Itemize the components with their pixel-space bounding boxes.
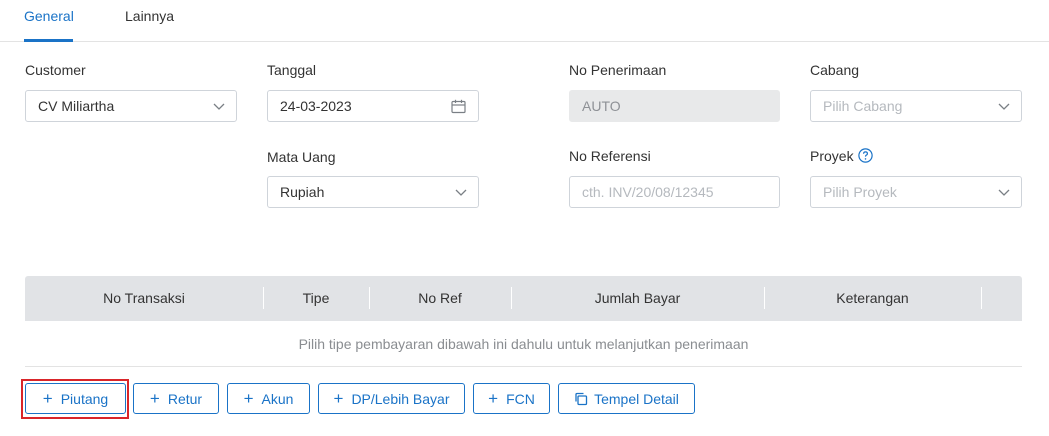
column-tipe: Tipe (302, 290, 330, 306)
tanggal-date-input[interactable]: 24-03-2023 (267, 90, 479, 122)
no-penerimaan-input: AUTO (569, 90, 780, 122)
proyek-label: Proyek (810, 148, 854, 164)
tanggal-value: 24-03-2023 (280, 98, 352, 114)
cabang-placeholder: Pilih Cabang (823, 98, 903, 114)
proyek-select[interactable]: Pilih Proyek (810, 176, 1022, 208)
plus-icon: + (488, 389, 499, 408)
plus-icon: + (42, 389, 53, 408)
cabang-label: Cabang (810, 62, 860, 78)
fcn-label: FCN (506, 390, 535, 407)
column-divider (981, 287, 982, 309)
copy-icon (575, 392, 588, 405)
tab-bar: General Lainnya (0, 0, 1049, 42)
table-header: No Transaksi Tipe No Ref Jumlah Bayar Ke… (25, 276, 1022, 321)
table-divider (25, 366, 1022, 367)
plus-icon: + (149, 389, 160, 408)
column-no-transaksi: No Transaksi (103, 290, 185, 306)
column-no-ref: No Ref (418, 290, 462, 306)
mata-uang-value: Rupiah (280, 184, 325, 200)
plus-icon: + (243, 389, 254, 408)
retur-label: Retur (167, 390, 203, 407)
tanggal-label: Tanggal (267, 62, 317, 78)
mata-uang-label: Mata Uang (267, 149, 336, 165)
add-piutang-button[interactable]: + Piutang (25, 383, 126, 414)
chevron-down-icon (998, 103, 1010, 110)
mata-uang-select[interactable]: Rupiah (267, 176, 479, 208)
add-akun-button[interactable]: + Akun (227, 383, 310, 414)
no-referensi-input[interactable]: cth. INV/20/08/12345 (569, 176, 780, 208)
tempel-detail-label: Tempel Detail (594, 390, 679, 407)
add-retur-button[interactable]: + Retur (133, 383, 219, 414)
tempel-detail-button[interactable]: Tempel Detail (558, 383, 695, 414)
active-tab-indicator (24, 39, 73, 42)
customer-label: Customer (25, 62, 86, 78)
customer-value: CV Miliartha (38, 98, 115, 114)
tab-lainnya[interactable]: Lainnya (125, 8, 174, 24)
help-icon[interactable] (858, 148, 873, 163)
akun-label: Akun (261, 390, 294, 407)
chevron-down-icon (455, 189, 467, 196)
proyek-placeholder: Pilih Proyek (823, 184, 897, 200)
chevron-down-icon (998, 189, 1010, 196)
tab-general[interactable]: General (24, 8, 74, 24)
no-penerimaan-label: No Penerimaan (569, 62, 667, 78)
chevron-down-icon (213, 103, 225, 110)
calendar-icon[interactable] (451, 99, 466, 114)
no-penerimaan-value: AUTO (582, 98, 621, 114)
customer-select[interactable]: CV Miliartha (25, 90, 237, 122)
plus-icon: + (333, 389, 344, 408)
add-dp-lebih-bayar-button[interactable]: + DP/Lebih Bayar (318, 383, 465, 414)
no-referensi-placeholder: cth. INV/20/08/12345 (582, 184, 714, 200)
table-empty-message: Pilih tipe pembayaran dibawah ini dahulu… (298, 336, 749, 352)
column-keterangan: Keterangan (836, 290, 909, 306)
column-jumlah-bayar: Jumlah Bayar (594, 290, 681, 306)
dp-label: DP/Lebih Bayar (351, 390, 450, 407)
no-referensi-label: No Referensi (569, 148, 651, 164)
piutang-label: Piutang (60, 390, 109, 407)
add-fcn-button[interactable]: + FCN (473, 383, 550, 414)
cabang-select[interactable]: Pilih Cabang (810, 90, 1022, 122)
